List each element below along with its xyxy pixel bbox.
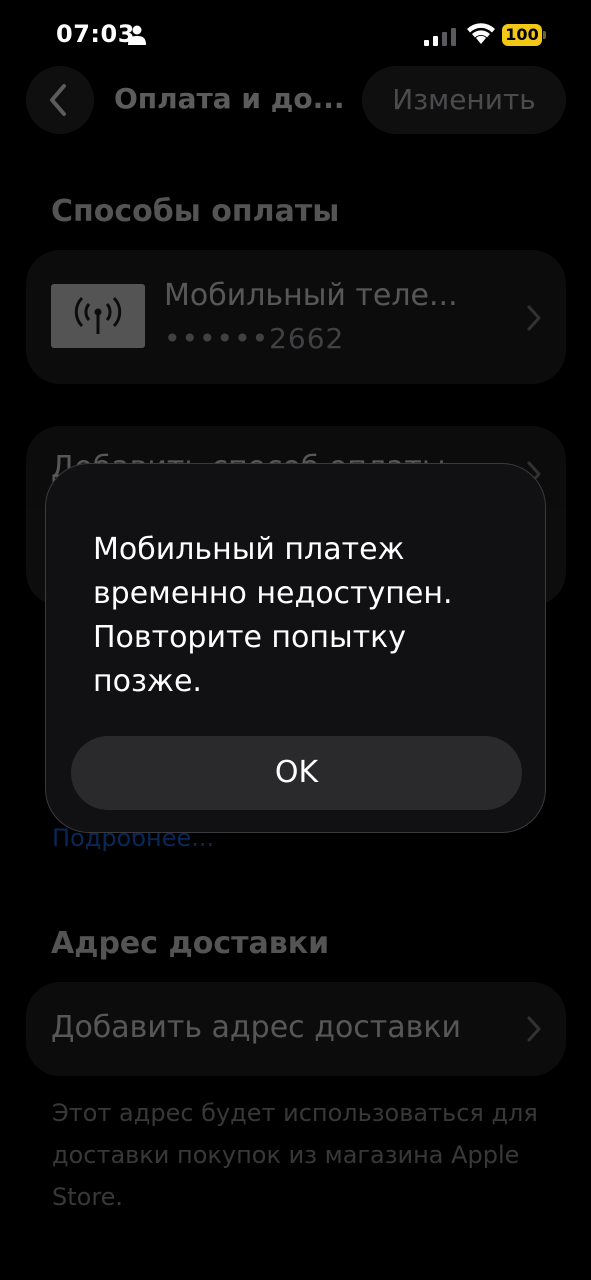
screen: 07:03 100 Оплата и до... Изменить Способ…	[0, 0, 591, 1280]
back-button[interactable]	[26, 66, 94, 134]
payment-methods-header: Способы оплаты	[51, 194, 340, 229]
add-shipping-address-row[interactable]: Добавить адрес доставки	[26, 982, 566, 1076]
edit-button[interactable]: Изменить	[362, 66, 566, 134]
shipping-address-header: Адрес доставки	[51, 926, 330, 961]
payment-method-number: ••••••2662	[164, 322, 345, 355]
shipping-address-footnote: Этот адрес будет использоваться для дост…	[52, 1099, 538, 1211]
ok-button[interactable]: OK	[71, 736, 522, 810]
chevron-left-icon	[50, 84, 66, 116]
alert-dialog: Мобильный платеж временно недоступен. По…	[45, 463, 546, 833]
payment-method-name: Мобильный теле...	[164, 278, 458, 313]
page-title: Оплата и до...	[114, 82, 345, 115]
chevron-right-icon	[527, 305, 541, 331]
chevron-right-icon	[527, 1016, 541, 1042]
alert-message: Мобильный платеж временно недоступен. По…	[93, 532, 453, 699]
cellular-antenna-icon	[74, 296, 122, 334]
add-shipping-address-label: Добавить адрес доставки	[51, 1010, 461, 1045]
payment-method-row[interactable]: Мобильный теле... ••••••2662	[26, 250, 566, 384]
carrier-tile	[51, 284, 145, 348]
